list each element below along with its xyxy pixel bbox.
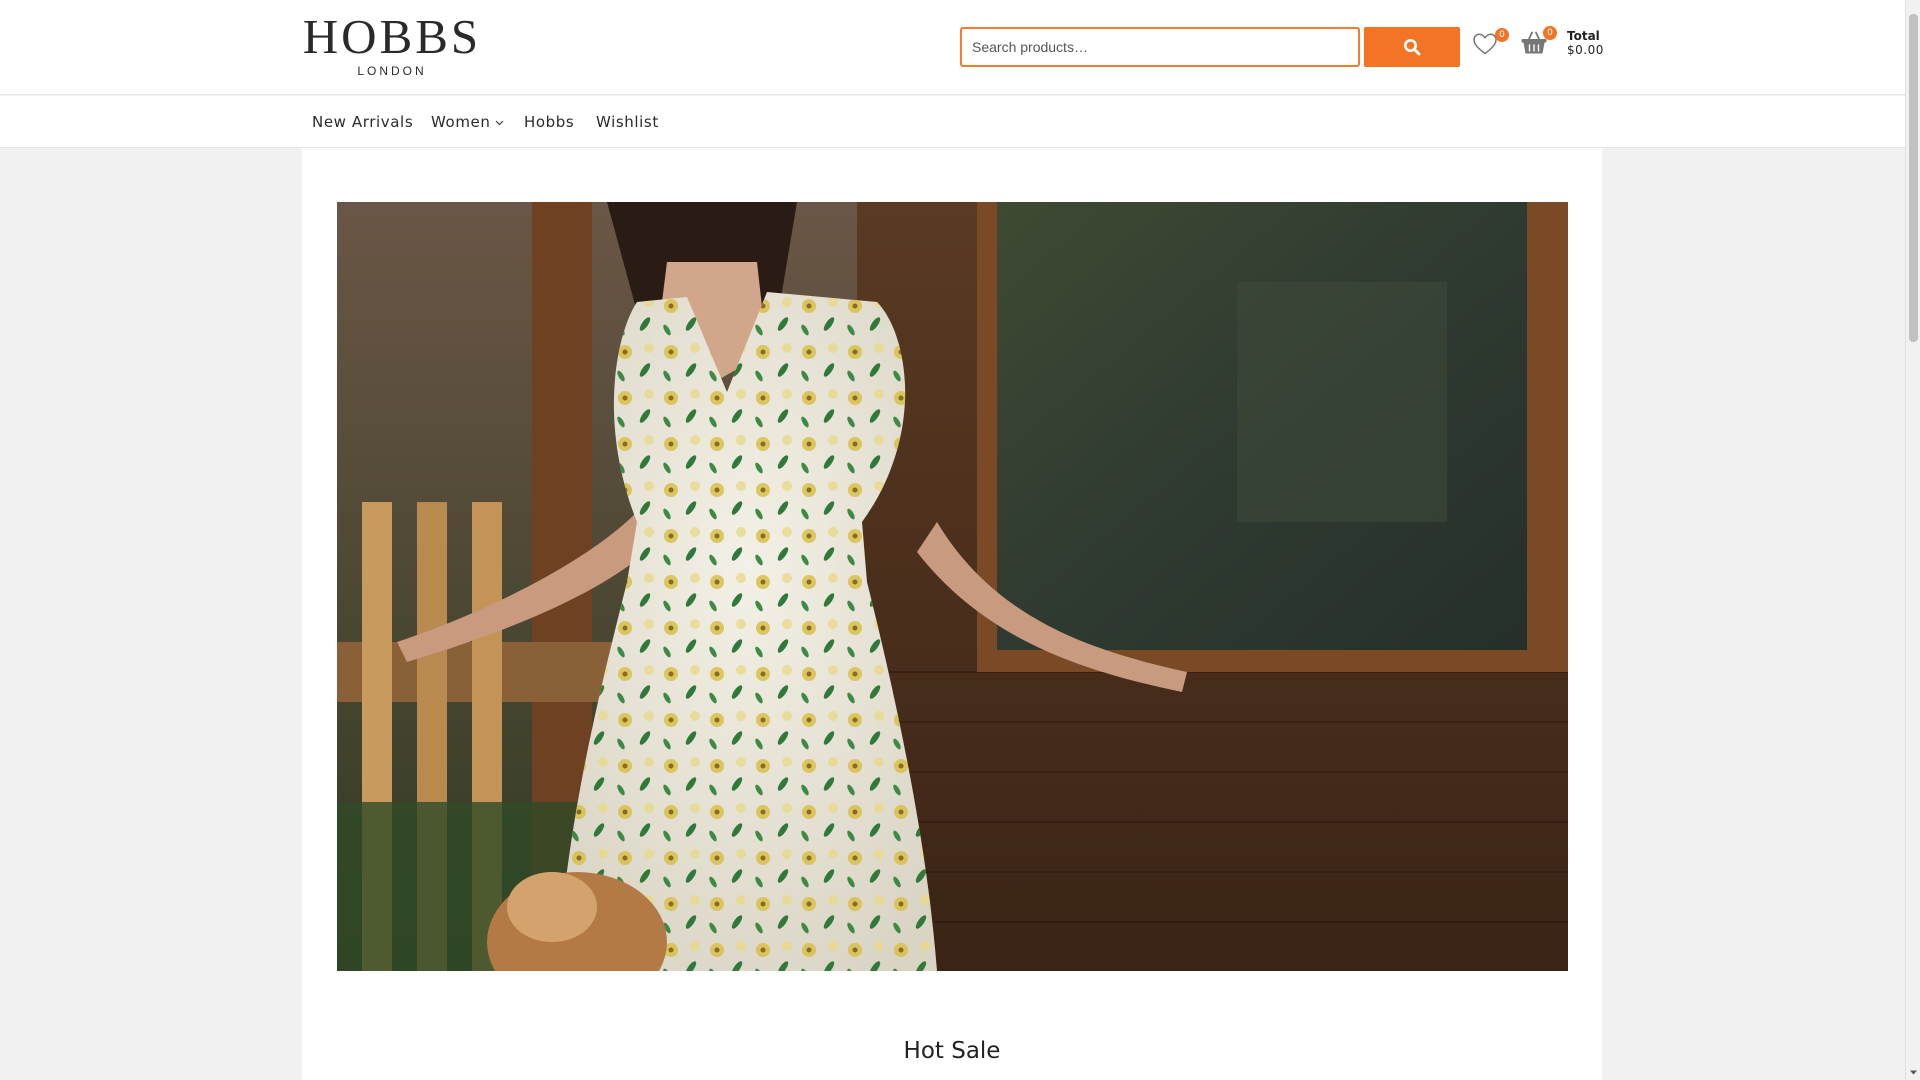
cart-count-badge: 0 — [1543, 26, 1557, 40]
brand-logo[interactable]: HOBBS LONDON — [302, 9, 482, 78]
nav-item-women[interactable]: Women — [431, 113, 504, 131]
brand-name: HOBBS — [302, 9, 482, 64]
hero-photo — [337, 202, 1568, 971]
wishlist-count-badge: 0 — [1495, 28, 1509, 42]
cart-total[interactable]: Total $0.00 — [1567, 29, 1604, 57]
site-header: HOBBS LONDON 0 0 Total $0.00 — [0, 0, 1905, 95]
nav-item-hobbs[interactable]: Hobbs — [524, 113, 574, 131]
page-scrollbar[interactable] — [1905, 0, 1920, 1080]
brand-subtitle: LONDON — [357, 64, 427, 78]
wishlist-button[interactable]: 0 — [1472, 28, 1509, 60]
nav-item-women-label: Women — [431, 113, 491, 131]
scroll-down-arrow-icon[interactable] — [1909, 1068, 1918, 1077]
search-button[interactable] — [1364, 27, 1460, 67]
hero-banner-image[interactable] — [337, 202, 1568, 971]
main-content: Hot Sale — [302, 148, 1602, 1080]
scrollbar-thumb[interactable] — [1909, 14, 1918, 342]
cart-total-value: $0.00 — [1567, 43, 1604, 57]
search-icon — [1404, 39, 1421, 56]
nav-item-wishlist[interactable]: Wishlist — [596, 113, 659, 131]
cart-button[interactable]: 0 — [1520, 26, 1557, 60]
section-title-hot-sale: Hot Sale — [903, 1038, 1001, 1064]
cart-total-label: Total — [1567, 29, 1600, 43]
chevron-down-icon — [496, 120, 504, 125]
nav-item-new-arrivals[interactable]: New Arrivals — [312, 113, 413, 131]
search-input[interactable] — [960, 27, 1360, 67]
main-navigation: New Arrivals Women Hobbs Wishlist — [0, 96, 1905, 148]
